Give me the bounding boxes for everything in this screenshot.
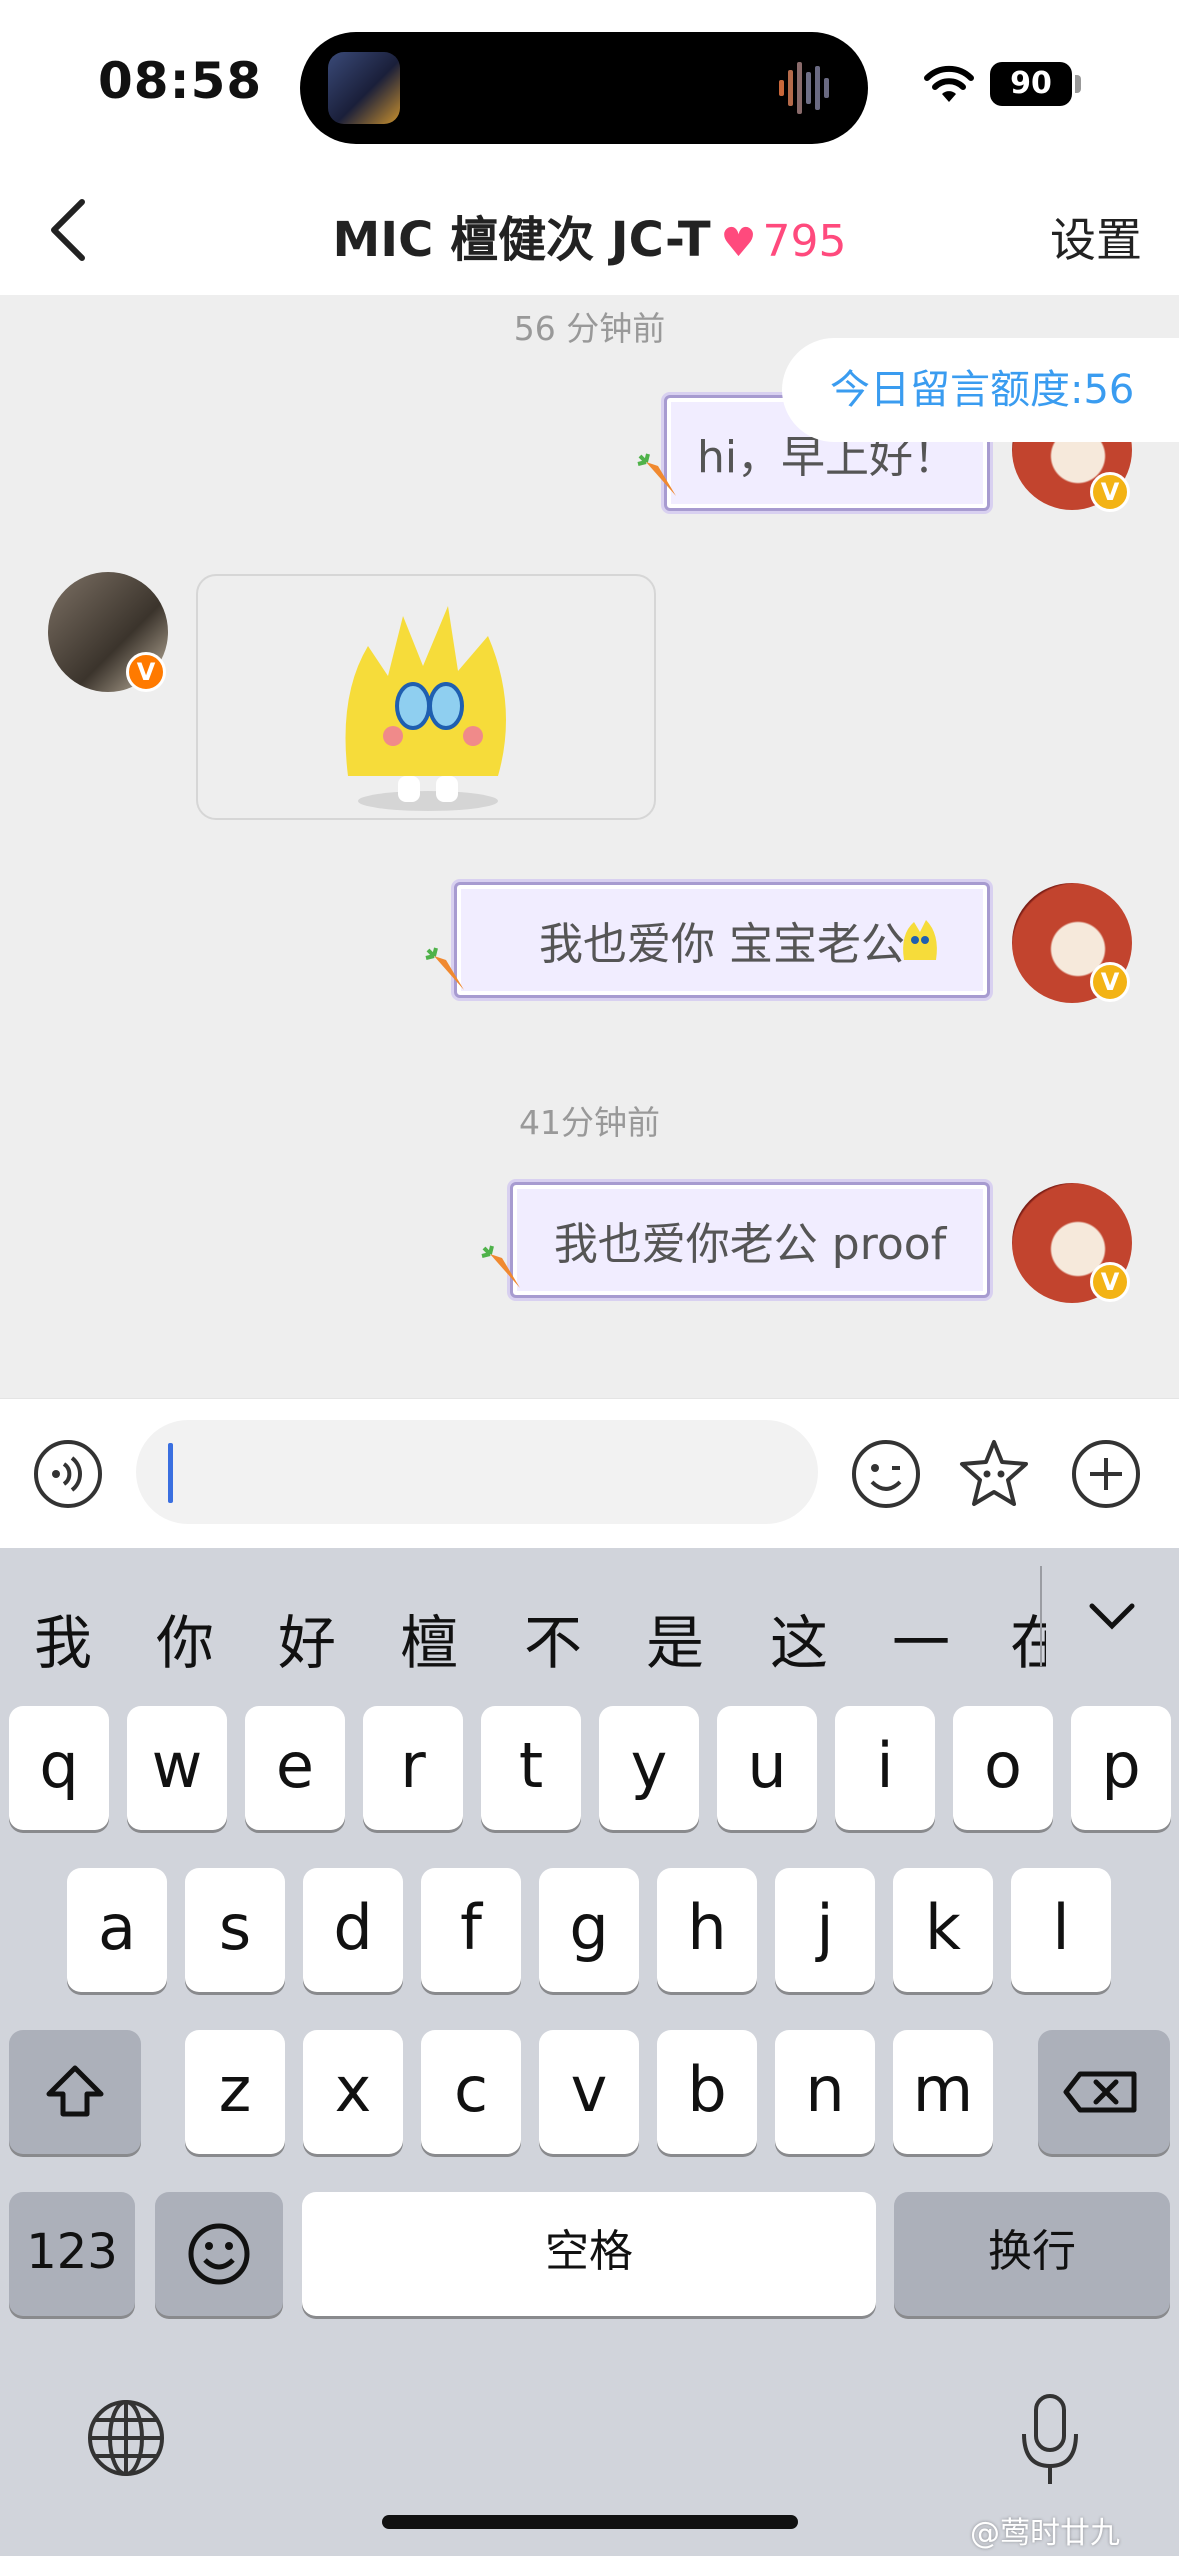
mascot-emoji-icon [903, 920, 937, 960]
key-p[interactable]: p [1071, 1706, 1171, 1830]
plus-icon[interactable] [1070, 1438, 1142, 1510]
yellow-mascot-sticker [345, 606, 506, 811]
verified-badge: V [1090, 962, 1130, 1002]
wifi-icon [924, 65, 974, 102]
key-u[interactable]: u [717, 1706, 817, 1830]
timestamp: 41分钟前 [519, 1103, 660, 1142]
sticker-image[interactable] [196, 574, 656, 820]
shift-icon [46, 2065, 104, 2117]
space-key[interactable]: 空格 [302, 2192, 876, 2316]
globe-icon[interactable] [84, 2396, 168, 2480]
now-playing-artwork [328, 52, 400, 124]
message-bubble[interactable]: 我也爱你老公 proof [510, 1182, 990, 1298]
message-text: 我也爱你老公 proof [553, 1219, 947, 1270]
battery-tip [1075, 75, 1081, 93]
emoji-icon[interactable] [850, 1438, 922, 1510]
candidate-word[interactable]: 檀 [400, 1596, 458, 1680]
carrot-icon [425, 947, 464, 990]
numbers-key[interactable]: 123 [9, 2192, 135, 2316]
audio-waveform-icon [779, 62, 829, 114]
key-f[interactable]: f [421, 1868, 521, 1992]
text-caret [168, 1443, 173, 1503]
key-j[interactable]: j [775, 1868, 875, 1992]
candidate-word[interactable]: 你 [156, 1596, 214, 1680]
verified-badge: V [1090, 472, 1130, 512]
key-z[interactable]: z [185, 2030, 285, 2154]
carrot-icon [637, 453, 676, 496]
home-indicator [382, 2515, 798, 2529]
delete-key[interactable] [1038, 2030, 1170, 2154]
shift-key[interactable] [9, 2030, 141, 2154]
key-n[interactable]: n [775, 2030, 875, 2154]
key-x[interactable]: x [303, 2030, 403, 2154]
key-e[interactable]: e [245, 1706, 345, 1830]
candidate-word[interactable]: 我 [34, 1596, 92, 1680]
chat-title: MIC 檀健次 JC-T ♥ 795 [0, 200, 1179, 268]
key-g[interactable]: g [539, 1868, 639, 1992]
key-k[interactable]: k [893, 1868, 993, 1992]
message-quota-pill: 今日留言额度:56 [782, 338, 1179, 442]
verified-badge: V [1090, 1262, 1130, 1302]
carrot-icon [481, 1245, 520, 1288]
key-b[interactable]: b [657, 2030, 757, 2154]
message-input[interactable] [136, 1420, 818, 1524]
keyboard-emoji-icon [188, 2223, 250, 2285]
mic-icon[interactable] [1010, 2390, 1090, 2490]
key-y[interactable]: y [599, 1706, 699, 1830]
status-time: 08:58 [98, 52, 263, 110]
candidate-divider [1040, 1566, 1042, 1666]
intimacy-count: 795 [762, 216, 847, 267]
key-q[interactable]: q [9, 1706, 109, 1830]
settings-button[interactable]: 设置 [1050, 204, 1142, 270]
contact-name: MIC 檀健次 JC-T [332, 212, 711, 268]
candidate-word[interactable]: 这 [770, 1596, 828, 1680]
delete-icon [1063, 2071, 1137, 2113]
watermark: @莺时廿九 [970, 2516, 1120, 2551]
key-l[interactable]: l [1011, 1868, 1111, 1992]
key-c[interactable]: c [421, 2030, 521, 2154]
chevron-down-icon[interactable] [1086, 1596, 1138, 1636]
key-s[interactable]: s [185, 1868, 285, 1992]
key-v[interactable]: v [539, 2030, 639, 2154]
candidate-word[interactable]: 好 [278, 1596, 336, 1680]
return-key[interactable]: 换行 [894, 2192, 1170, 2316]
candidate-word[interactable]: 不 [524, 1596, 582, 1680]
candidate-word[interactable]: 是 [646, 1596, 704, 1680]
key-d[interactable]: d [303, 1868, 403, 1992]
heart-icon: ♥ [720, 220, 757, 266]
emoji-key[interactable] [155, 2192, 283, 2316]
key-r[interactable]: r [363, 1706, 463, 1830]
voice-icon[interactable] [32, 1438, 104, 1510]
candidate-word[interactable]: 一 [892, 1596, 950, 1680]
key-i[interactable]: i [835, 1706, 935, 1830]
key-w[interactable]: w [127, 1706, 227, 1830]
key-t[interactable]: t [481, 1706, 581, 1830]
key-a[interactable]: a [67, 1868, 167, 1992]
verified-badge: V [126, 652, 166, 692]
sticker-star-icon[interactable] [956, 1436, 1032, 1512]
battery-indicator: 90 [990, 62, 1072, 106]
key-m[interactable]: m [893, 2030, 993, 2154]
key-o[interactable]: o [953, 1706, 1053, 1830]
key-h[interactable]: h [657, 1868, 757, 1992]
